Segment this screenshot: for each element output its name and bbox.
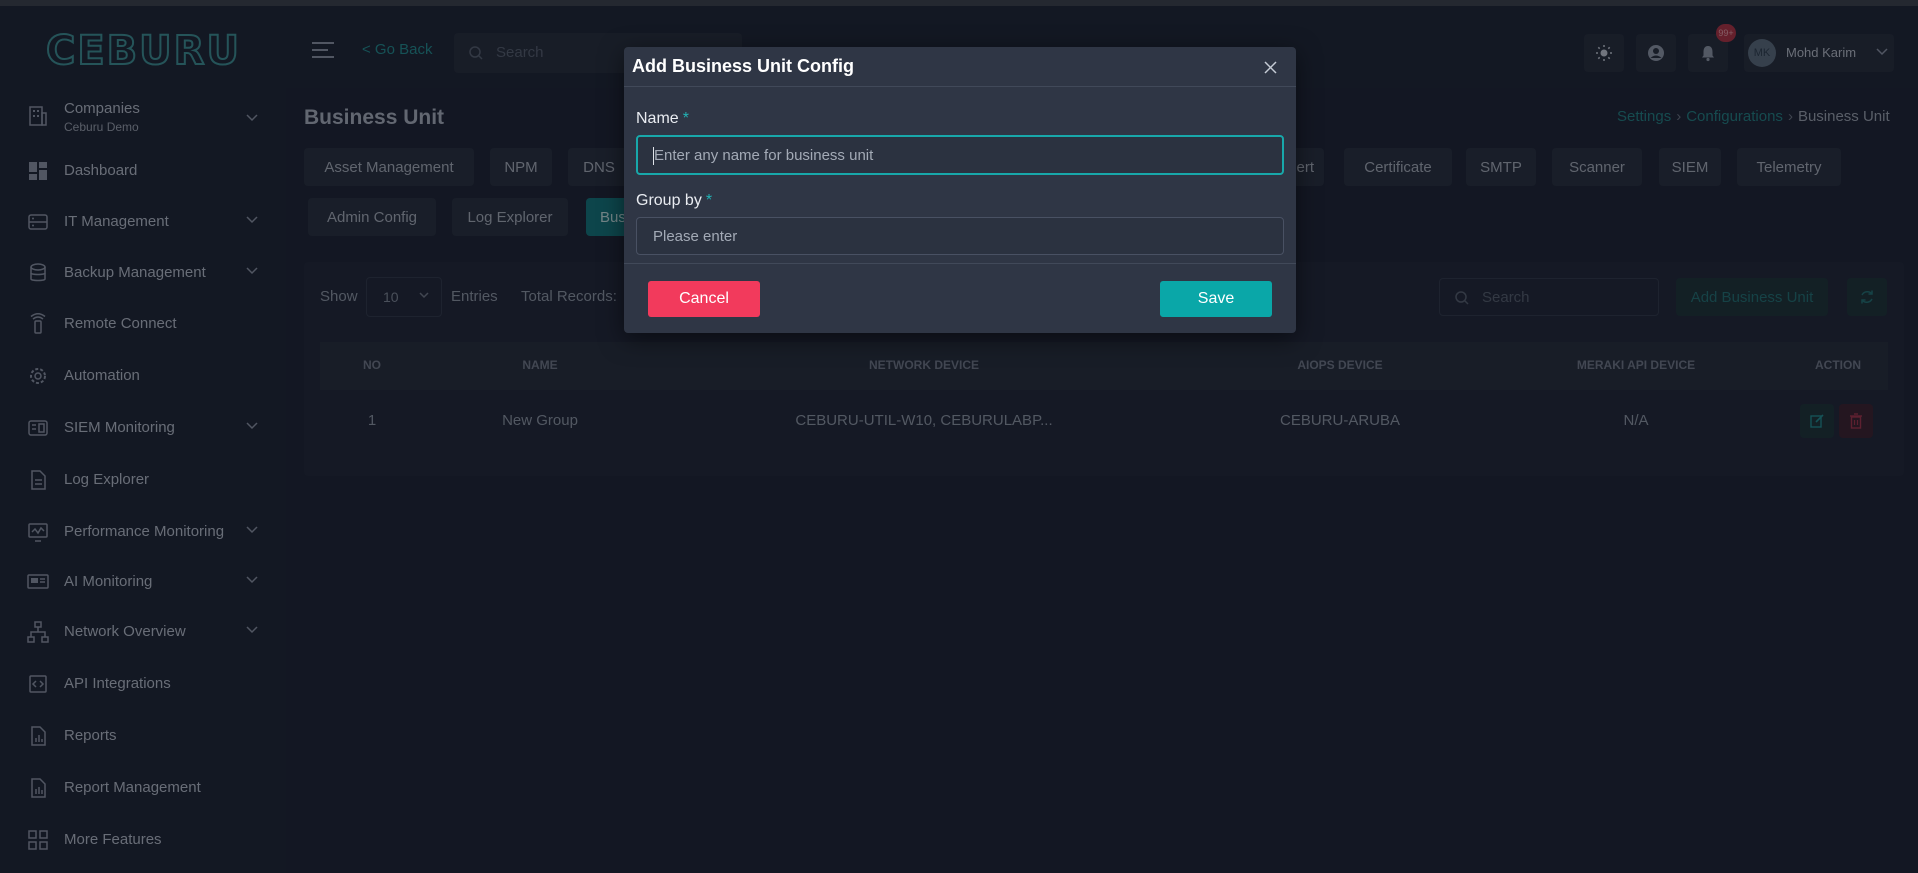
modal-divider <box>624 263 1296 264</box>
name-input-placeholder: Enter any name for business unit <box>654 147 874 164</box>
modal-title: Add Business Unit Config <box>632 56 854 76</box>
group-by-label: Group by * <box>636 192 712 210</box>
group-by-input[interactable]: Please enter <box>636 217 1284 255</box>
group-by-input-placeholder: Please enter <box>653 228 738 245</box>
close-icon[interactable] <box>1264 61 1277 74</box>
required-mark: * <box>682 110 689 127</box>
name-label: Name * <box>636 110 689 128</box>
name-label-text: Name <box>636 110 679 127</box>
name-input[interactable]: Enter any name for business unit <box>636 135 1284 175</box>
add-business-unit-modal: Add Business Unit Config Name * Enter any… <box>624 47 1296 333</box>
cancel-button[interactable]: Cancel <box>648 281 760 317</box>
modal-header: Add Business Unit Config <box>624 47 1296 87</box>
required-mark: * <box>705 192 713 209</box>
save-button[interactable]: Save <box>1160 281 1272 317</box>
group-by-label-text: Group by <box>636 192 702 209</box>
